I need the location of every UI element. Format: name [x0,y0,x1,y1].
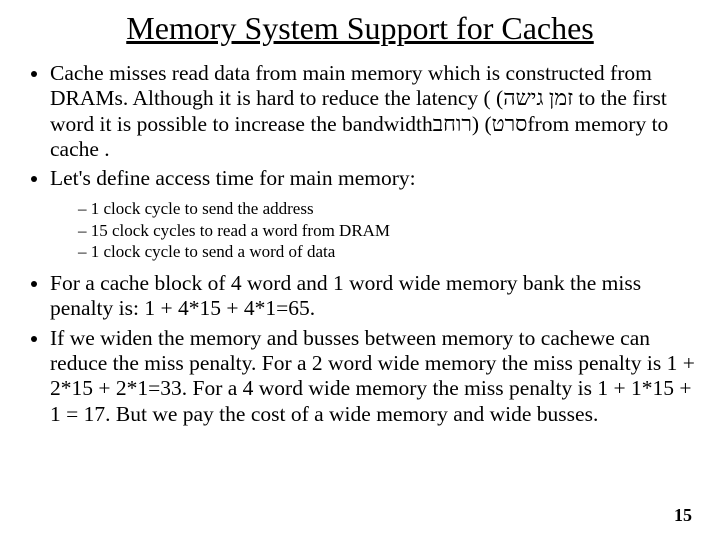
slide: Memory System Support for Caches Cache m… [0,0,720,540]
bullet-item: If we widen the memory and busses betwee… [50,326,696,427]
bullet-item: For a cache block of 4 word and 1 word w… [50,271,696,322]
bullet-item: Let's define access time for main memory… [50,166,696,263]
sub-bullet-item: 15 clock cycles to read a word from DRAM [78,220,696,242]
bullet-text: Let's define access time for main memory… [50,166,416,190]
sub-bullet-list: 1 clock cycle to send the address 15 clo… [50,198,696,263]
slide-title: Memory System Support for Caches [24,10,696,47]
sub-bullet-item: 1 clock cycle to send the address [78,198,696,220]
page-number: 15 [674,505,692,526]
sub-bullet-item: 1 clock cycle to send a word of data [78,241,696,263]
bullet-list: Cache misses read data from main memory … [24,61,696,427]
bullet-item: Cache misses read data from main memory … [50,61,696,162]
